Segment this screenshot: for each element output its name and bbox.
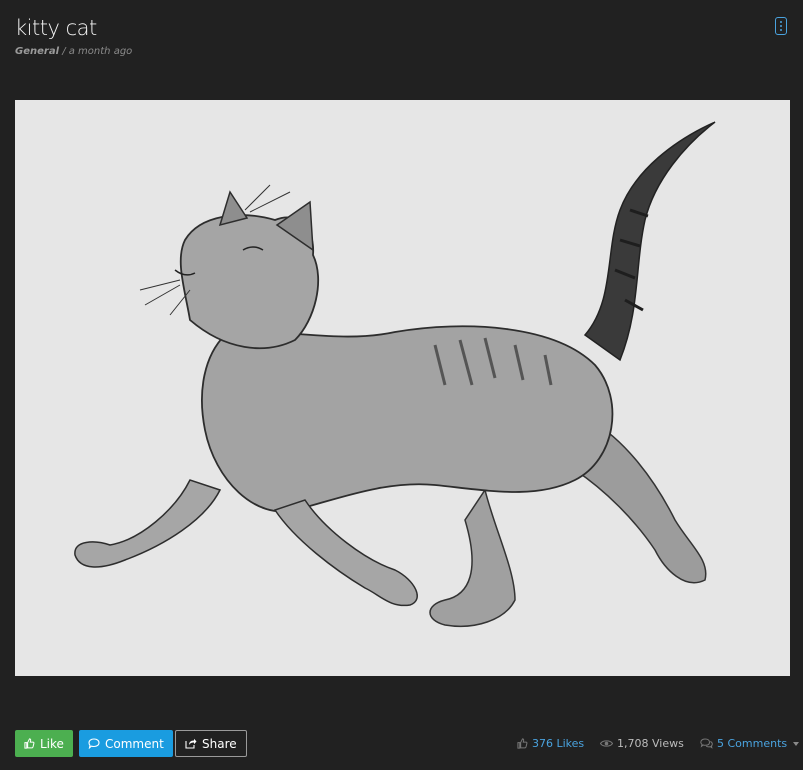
chevron-down-icon <box>793 741 800 746</box>
share-label: Share <box>202 736 237 751</box>
views-text: 1,708 Views <box>617 737 684 750</box>
comments-icon <box>700 738 713 749</box>
speech-bubble-icon <box>88 738 100 749</box>
post-image[interactable] <box>15 100 790 676</box>
comment-button[interactable]: Comment <box>79 730 173 757</box>
comments-count[interactable]: 5 Comments <box>700 737 800 750</box>
comments-text: 5 Comments <box>717 737 788 750</box>
share-icon <box>185 738 197 749</box>
vertical-dots-icon <box>780 21 782 23</box>
likes-count[interactable]: 376 Likes <box>517 737 584 750</box>
likes-text: 376 Likes <box>532 737 585 750</box>
like-label: Like <box>40 736 64 751</box>
post-meta: General / a month ago <box>15 46 132 57</box>
post-time: a month ago <box>68 46 133 57</box>
post-category[interactable]: General <box>15 46 59 57</box>
post-options-button[interactable] <box>775 17 787 35</box>
share-button[interactable]: Share <box>175 730 247 757</box>
meta-separator: / <box>62 46 66 57</box>
like-button[interactable]: Like <box>15 730 73 757</box>
views-count: 1,708 Views <box>600 737 684 750</box>
post-title: kitty cat <box>15 16 97 40</box>
thumbs-up-icon <box>517 738 528 749</box>
eye-icon <box>600 740 613 747</box>
thumbs-up-icon <box>24 738 35 749</box>
cat-illustration <box>74 121 716 627</box>
comment-label: Comment <box>105 736 164 751</box>
